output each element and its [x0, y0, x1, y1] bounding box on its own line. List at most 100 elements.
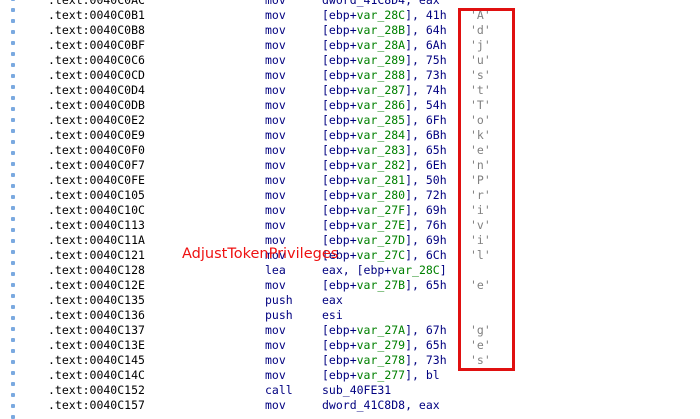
operand-prefix: esi: [322, 308, 343, 322]
code-line[interactable]: .text:0040C0F0 mov [ebp+var_283], 65h'e': [0, 143, 700, 158]
mnemonic: mov: [265, 203, 286, 217]
code-line[interactable]: .text:0040C135 push eax: [0, 293, 700, 308]
code-line[interactable]: .text:0040C11A mov [ebp+var_27D], 69h'i': [0, 233, 700, 248]
operand-prefix: [ebp+: [322, 353, 357, 367]
operand-suffix: ], 6Fh: [405, 113, 447, 127]
address: .text:0040C137: [48, 323, 145, 337]
disassembly-listing[interactable]: .text:0040C0AC mov dword_41C8D4, eax .text:…: [0, 0, 700, 412]
code-line[interactable]: .text:0040C121 mov [ebp+var_27C], 6Ch'l': [0, 248, 700, 263]
operand-prefix: [ebp+: [322, 158, 357, 172]
mnemonic: mov: [265, 158, 286, 172]
stack-variable: var_285: [356, 113, 406, 127]
address: .text:0040C10C: [48, 203, 145, 217]
operands: [ebp+var_27B], 65h: [322, 278, 447, 293]
mnemonic: mov: [265, 368, 286, 382]
code-line[interactable]: .text:0040C0F7 mov [ebp+var_282], 6Eh'n': [0, 158, 700, 173]
operands: eax, [ebp+var_28C]: [322, 263, 447, 278]
operand-suffix: ], 76h: [405, 218, 447, 232]
code-line[interactable]: .text:0040C157 mov dword_41C8D8, eax: [0, 398, 700, 413]
address: .text:0040C0B8: [48, 23, 145, 37]
stack-variable: var_27D: [356, 233, 406, 247]
operands: [ebp+var_288], 73h: [322, 68, 447, 83]
mnemonic: push: [265, 293, 293, 307]
address: .text:0040C128: [48, 263, 145, 277]
code-line[interactable]: .text:0040C136 push esi: [0, 308, 700, 323]
operand-prefix: [ebp+: [322, 98, 357, 112]
mnemonic: mov: [265, 173, 286, 187]
operands: [ebp+var_289], 75h: [322, 53, 447, 68]
operands: [ebp+var_278], 73h: [322, 353, 447, 368]
mnemonic: mov: [265, 188, 286, 202]
stack-variable: var_277: [356, 368, 406, 382]
code-line[interactable]: .text:0040C12E mov [ebp+var_27B], 65h'e': [0, 278, 700, 293]
mnemonic: mov: [265, 68, 286, 82]
operand-suffix: ], 69h: [405, 203, 447, 217]
mnemonic: mov: [265, 98, 286, 112]
code-line[interactable]: .text:0040C145 mov [ebp+var_278], 73h's': [0, 353, 700, 368]
code-line[interactable]: .text:0040C10C mov [ebp+var_27F], 69h'i': [0, 203, 700, 218]
mnemonic: mov: [265, 338, 286, 352]
address: .text:0040C0E9: [48, 128, 145, 142]
operand-prefix: [ebp+: [322, 218, 357, 232]
mnemonic: mov: [265, 218, 286, 232]
stack-variable: var_27B: [356, 278, 406, 292]
operand-prefix: [ebp+: [322, 53, 357, 67]
operands: [ebp+var_27C], 6Ch: [322, 248, 447, 263]
mnemonic: mov: [265, 23, 286, 37]
operand-suffix: ]: [439, 263, 447, 277]
address: .text:0040C0AC: [48, 0, 145, 7]
mnemonic: lea: [265, 263, 286, 277]
stack-variable: var_28A: [356, 38, 406, 52]
code-line[interactable]: .text:0040C0DB mov [ebp+var_286], 54h 'T': [0, 98, 700, 113]
operands: [ebp+var_279], 65h: [322, 338, 447, 353]
code-line[interactable]: .text:0040C0B1 mov [ebp+var_28C], 41h 'A': [0, 8, 700, 23]
operands: [ebp+var_27A], 67h: [322, 323, 447, 338]
code-line[interactable]: .text:0040C128 lea eax, [ebp+var_28C]: [0, 263, 700, 278]
operands: [ebp+var_28B], 64h: [322, 23, 447, 38]
operands: esi: [322, 308, 343, 323]
code-line[interactable]: .text:0040C0FE mov [ebp+var_281], 50h 'P': [0, 173, 700, 188]
operand-prefix: [ebp+: [322, 128, 357, 142]
operands: dword_41C8D8, eax: [322, 398, 440, 413]
stack-variable: var_278: [356, 353, 406, 367]
code-line[interactable]: .text:0040C152 call sub_40FE31: [0, 383, 700, 398]
operand-suffix: ], 50h: [405, 173, 447, 187]
operands: [ebp+var_284], 6Bh: [322, 128, 447, 143]
address: .text:0040C14C: [48, 368, 145, 382]
operand-prefix: [ebp+: [322, 23, 357, 37]
address: .text:0040C113: [48, 218, 145, 232]
operand-suffix: ], 64h: [405, 23, 447, 37]
operand-suffix: ], 72h: [405, 188, 447, 202]
code-line[interactable]: .text:0040C137 mov [ebp+var_27A], 67h'g': [0, 323, 700, 338]
mnemonic: mov: [265, 53, 286, 67]
stack-variable: var_28C: [391, 263, 440, 277]
code-line[interactable]: .text:0040C0E9 mov [ebp+var_284], 6Bh'k': [0, 128, 700, 143]
code-line[interactable]: .text:0040C0BF mov [ebp+var_28A], 6Ah'j': [0, 38, 700, 53]
operands: [ebp+var_286], 54h: [322, 98, 447, 113]
operand-suffix: ], 65h: [405, 278, 447, 292]
address: .text:0040C0B1: [48, 8, 145, 22]
address: .text:0040C0C6: [48, 53, 145, 67]
stack-variable: var_27C: [356, 248, 406, 262]
stack-variable: var_28C: [356, 8, 406, 22]
code-line[interactable]: .text:0040C0CD mov [ebp+var_288], 73h's': [0, 68, 700, 83]
stack-variable: var_280: [356, 188, 406, 202]
code-line[interactable]: .text:0040C0AC mov dword_41C8D4, eax: [0, 0, 700, 8]
code-line[interactable]: .text:0040C0C6 mov [ebp+var_289], 75h'u': [0, 53, 700, 68]
code-line[interactable]: .text:0040C105 mov [ebp+var_280], 72h'r': [0, 188, 700, 203]
address: .text:0040C135: [48, 293, 145, 307]
operand-suffix: ], 6Eh: [405, 158, 447, 172]
code-line[interactable]: .text:0040C0D4 mov [ebp+var_287], 74h't': [0, 83, 700, 98]
code-line[interactable]: .text:0040C14C mov [ebp+var_277], bl: [0, 368, 700, 383]
code-line[interactable]: .text:0040C0E2 mov [ebp+var_285], 6Fh'o': [0, 113, 700, 128]
mnemonic: push: [265, 308, 293, 322]
code-line[interactable]: .text:0040C113 mov [ebp+var_27E], 76h'v': [0, 218, 700, 233]
operand-suffix: ], 41h: [405, 8, 447, 22]
code-line[interactable]: .text:0040C13E mov [ebp+var_279], 65h'e': [0, 338, 700, 353]
address: .text:0040C152: [48, 383, 145, 397]
address: .text:0040C12E: [48, 278, 145, 292]
address: .text:0040C0E2: [48, 113, 145, 127]
operand-prefix: [ebp+: [322, 38, 357, 52]
operand-suffix: ], 65h: [405, 143, 447, 157]
code-line[interactable]: .text:0040C0B8 mov [ebp+var_28B], 64h'd': [0, 23, 700, 38]
